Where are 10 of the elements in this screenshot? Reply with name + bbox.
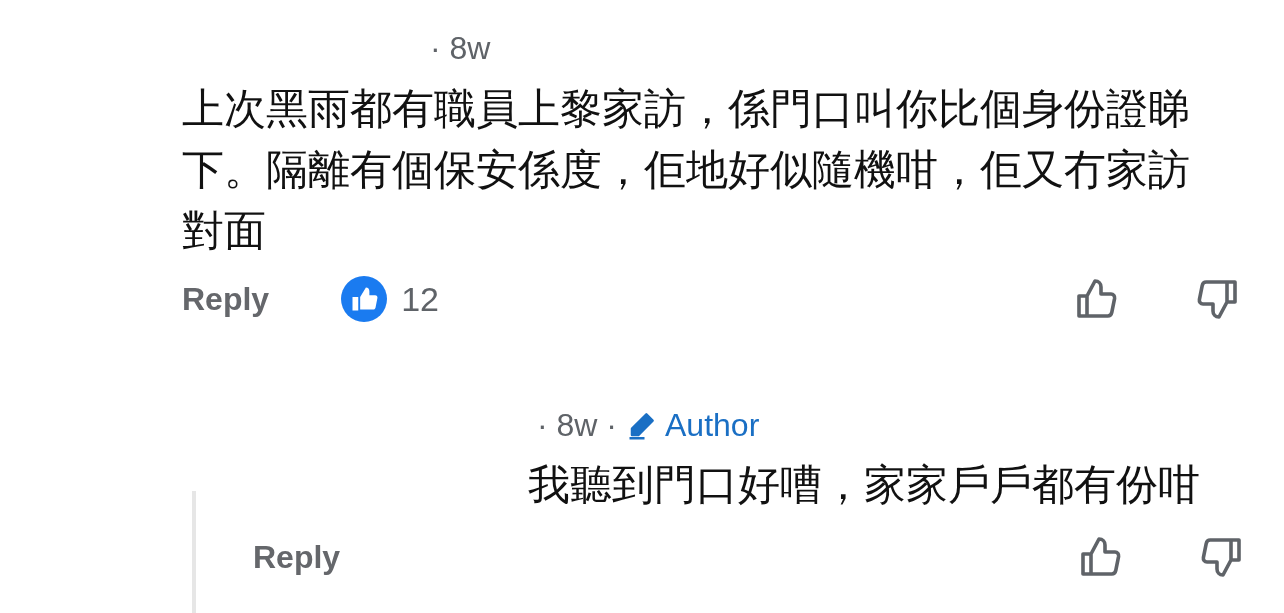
like-reaction-icon [341,276,388,322]
reply-time: · 8w · [537,406,617,444]
comment-time: · 8w [430,29,491,67]
reaction-count: 12 [401,279,439,319]
comment-text: 上次黑雨都有職員上黎家訪，係門口叫你比個身份證睇下。隔離有個保安係度，佢地好似隨機咁，佢又冇家訪對面 [182,84,1191,256]
author-label: Author [665,406,760,444]
reply-text: 我聽到門口好嘈，家家戶戶都有份咁 [527,460,1201,510]
pencil-icon [627,410,657,440]
reply-link[interactable]: Reply [182,280,270,318]
reply-link[interactable]: Reply [253,538,341,576]
